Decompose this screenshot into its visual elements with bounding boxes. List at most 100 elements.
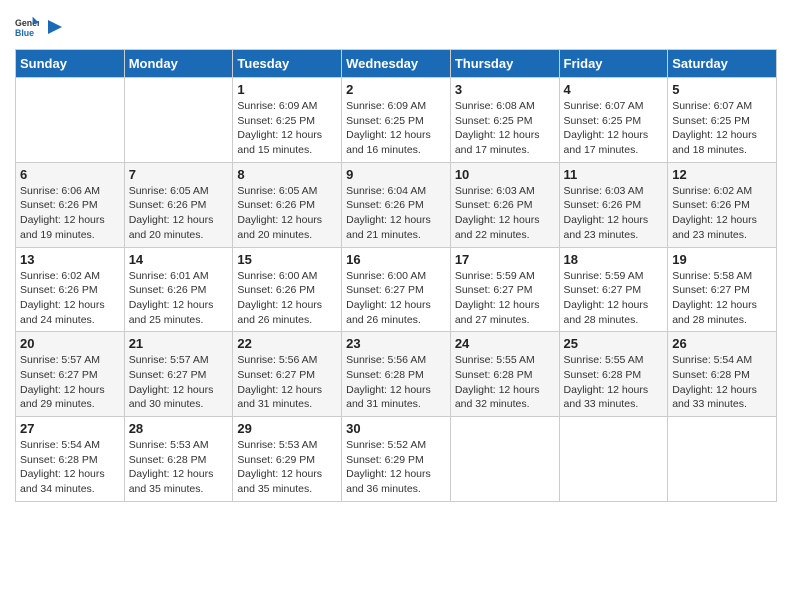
logo-icon: General Blue bbox=[15, 15, 39, 39]
day-info: Sunrise: 6:01 AMSunset: 6:26 PMDaylight:… bbox=[129, 269, 229, 328]
calendar-table: SundayMondayTuesdayWednesdayThursdayFrid… bbox=[15, 49, 777, 502]
weekday-header-sunday: Sunday bbox=[16, 50, 125, 78]
day-cell: 14 Sunrise: 6:01 AMSunset: 6:26 PMDayligh… bbox=[124, 247, 233, 332]
day-number: 9 bbox=[346, 167, 446, 182]
day-cell: 30 Sunrise: 5:52 AMSunset: 6:29 PMDayligh… bbox=[342, 417, 451, 502]
logo-arrow-icon bbox=[44, 18, 62, 36]
weekday-header-wednesday: Wednesday bbox=[342, 50, 451, 78]
day-cell: 7 Sunrise: 6:05 AMSunset: 6:26 PMDaylight… bbox=[124, 162, 233, 247]
day-info: Sunrise: 5:57 AMSunset: 6:27 PMDaylight:… bbox=[129, 353, 229, 412]
day-cell bbox=[450, 417, 559, 502]
weekday-header-friday: Friday bbox=[559, 50, 668, 78]
day-cell: 11Sunrise: 6:03 AMSunset: 6:26 PMDayligh… bbox=[559, 162, 668, 247]
day-info: Sunrise: 5:55 AMSunset: 6:28 PMDaylight:… bbox=[564, 353, 664, 412]
day-info: Sunrise: 5:54 AMSunset: 6:28 PMDaylight:… bbox=[672, 353, 772, 412]
day-cell: 2 Sunrise: 6:09 AMSunset: 6:25 PMDaylight… bbox=[342, 78, 451, 163]
day-number: 14 bbox=[129, 252, 229, 267]
day-number: 6 bbox=[20, 167, 120, 182]
day-cell: 12 Sunrise: 6:02 AMSunset: 6:26 PMDayligh… bbox=[668, 162, 777, 247]
week-row-3: 13 Sunrise: 6:02 AMSunset: 6:26 PMDayligh… bbox=[16, 247, 777, 332]
week-row-4: 20 Sunrise: 5:57 AMSunset: 6:27 PMDayligh… bbox=[16, 332, 777, 417]
day-number: 11 bbox=[564, 167, 664, 182]
svg-text:Blue: Blue bbox=[15, 28, 34, 38]
day-cell: 21 Sunrise: 5:57 AMSunset: 6:27 PMDayligh… bbox=[124, 332, 233, 417]
day-cell: 28Sunrise: 5:53 AMSunset: 6:28 PMDayligh… bbox=[124, 417, 233, 502]
day-number: 19 bbox=[672, 252, 772, 267]
weekday-header-tuesday: Tuesday bbox=[233, 50, 342, 78]
day-cell: 16 Sunrise: 6:00 AMSunset: 6:27 PMDayligh… bbox=[342, 247, 451, 332]
day-number: 12 bbox=[672, 167, 772, 182]
day-cell: 10Sunrise: 6:03 AMSunset: 6:26 PMDayligh… bbox=[450, 162, 559, 247]
day-number: 16 bbox=[346, 252, 446, 267]
day-cell: 24 Sunrise: 5:55 AMSunset: 6:28 PMDayligh… bbox=[450, 332, 559, 417]
day-info: Sunrise: 6:05 AMSunset: 6:26 PMDaylight:… bbox=[237, 184, 337, 243]
day-number: 26 bbox=[672, 336, 772, 351]
day-cell: 1 Sunrise: 6:09 AMSunset: 6:25 PMDaylight… bbox=[233, 78, 342, 163]
header: General Blue bbox=[15, 15, 777, 39]
calendar-header: SundayMondayTuesdayWednesdayThursdayFrid… bbox=[16, 50, 777, 78]
day-cell: 17 Sunrise: 5:59 AMSunset: 6:27 PMDayligh… bbox=[450, 247, 559, 332]
day-info: Sunrise: 5:55 AMSunset: 6:28 PMDaylight:… bbox=[455, 353, 555, 412]
day-number: 3 bbox=[455, 82, 555, 97]
week-row-5: 27 Sunrise: 5:54 AMSunset: 6:28 PMDayligh… bbox=[16, 417, 777, 502]
day-info: Sunrise: 6:02 AMSunset: 6:26 PMDaylight:… bbox=[672, 184, 772, 243]
day-info: Sunrise: 6:05 AMSunset: 6:26 PMDaylight:… bbox=[129, 184, 229, 243]
day-cell: 19 Sunrise: 5:58 AMSunset: 6:27 PMDayligh… bbox=[668, 247, 777, 332]
day-number: 7 bbox=[129, 167, 229, 182]
day-number: 13 bbox=[20, 252, 120, 267]
day-cell: 26 Sunrise: 5:54 AMSunset: 6:28 PMDayligh… bbox=[668, 332, 777, 417]
day-number: 27 bbox=[20, 421, 120, 436]
day-number: 5 bbox=[672, 82, 772, 97]
day-cell: 25 Sunrise: 5:55 AMSunset: 6:28 PMDayligh… bbox=[559, 332, 668, 417]
day-info: Sunrise: 6:00 AMSunset: 6:27 PMDaylight:… bbox=[346, 269, 446, 328]
day-number: 18 bbox=[564, 252, 664, 267]
day-number: 8 bbox=[237, 167, 337, 182]
day-cell: 23Sunrise: 5:56 AMSunset: 6:28 PMDayligh… bbox=[342, 332, 451, 417]
day-number: 22 bbox=[237, 336, 337, 351]
logo: General Blue bbox=[15, 15, 63, 39]
day-info: Sunrise: 6:02 AMSunset: 6:26 PMDaylight:… bbox=[20, 269, 120, 328]
day-info: Sunrise: 6:09 AMSunset: 6:25 PMDaylight:… bbox=[346, 99, 446, 158]
day-cell bbox=[16, 78, 125, 163]
day-info: Sunrise: 5:58 AMSunset: 6:27 PMDaylight:… bbox=[672, 269, 772, 328]
day-info: Sunrise: 6:03 AMSunset: 6:26 PMDaylight:… bbox=[455, 184, 555, 243]
day-cell: 4Sunrise: 6:07 AMSunset: 6:25 PMDaylight… bbox=[559, 78, 668, 163]
day-info: Sunrise: 5:53 AMSunset: 6:29 PMDaylight:… bbox=[237, 438, 337, 497]
day-number: 20 bbox=[20, 336, 120, 351]
day-cell: 29Sunrise: 5:53 AMSunset: 6:29 PMDayligh… bbox=[233, 417, 342, 502]
day-cell bbox=[124, 78, 233, 163]
day-cell: 22 Sunrise: 5:56 AMSunset: 6:27 PMDayligh… bbox=[233, 332, 342, 417]
day-info: Sunrise: 5:54 AMSunset: 6:28 PMDaylight:… bbox=[20, 438, 120, 497]
day-cell: 6 Sunrise: 6:06 AMSunset: 6:26 PMDaylight… bbox=[16, 162, 125, 247]
day-number: 21 bbox=[129, 336, 229, 351]
day-cell: 3 Sunrise: 6:08 AMSunset: 6:25 PMDaylight… bbox=[450, 78, 559, 163]
day-info: Sunrise: 6:00 AMSunset: 6:26 PMDaylight:… bbox=[237, 269, 337, 328]
day-info: Sunrise: 6:09 AMSunset: 6:25 PMDaylight:… bbox=[237, 99, 337, 158]
day-info: Sunrise: 6:08 AMSunset: 6:25 PMDaylight:… bbox=[455, 99, 555, 158]
day-number: 1 bbox=[237, 82, 337, 97]
day-number: 15 bbox=[237, 252, 337, 267]
day-cell: 20 Sunrise: 5:57 AMSunset: 6:27 PMDayligh… bbox=[16, 332, 125, 417]
day-number: 25 bbox=[564, 336, 664, 351]
week-row-2: 6 Sunrise: 6:06 AMSunset: 6:26 PMDaylight… bbox=[16, 162, 777, 247]
day-number: 17 bbox=[455, 252, 555, 267]
day-number: 23 bbox=[346, 336, 446, 351]
day-info: Sunrise: 5:56 AMSunset: 6:27 PMDaylight:… bbox=[237, 353, 337, 412]
weekday-header-thursday: Thursday bbox=[450, 50, 559, 78]
day-cell: 27 Sunrise: 5:54 AMSunset: 6:28 PMDayligh… bbox=[16, 417, 125, 502]
day-info: Sunrise: 5:52 AMSunset: 6:29 PMDaylight:… bbox=[346, 438, 446, 497]
day-number: 30 bbox=[346, 421, 446, 436]
day-cell: 8 Sunrise: 6:05 AMSunset: 6:26 PMDaylight… bbox=[233, 162, 342, 247]
day-number: 2 bbox=[346, 82, 446, 97]
day-info: Sunrise: 6:07 AMSunset: 6:25 PMDaylight:… bbox=[672, 99, 772, 158]
day-info: Sunrise: 6:06 AMSunset: 6:26 PMDaylight:… bbox=[20, 184, 120, 243]
day-info: Sunrise: 5:59 AMSunset: 6:27 PMDaylight:… bbox=[455, 269, 555, 328]
day-info: Sunrise: 5:53 AMSunset: 6:28 PMDaylight:… bbox=[129, 438, 229, 497]
day-info: Sunrise: 6:07 AMSunset: 6:25 PMDaylight:… bbox=[564, 99, 664, 158]
weekday-header-saturday: Saturday bbox=[668, 50, 777, 78]
day-cell: 9Sunrise: 6:04 AMSunset: 6:26 PMDaylight… bbox=[342, 162, 451, 247]
week-row-1: 1 Sunrise: 6:09 AMSunset: 6:25 PMDaylight… bbox=[16, 78, 777, 163]
header-row: SundayMondayTuesdayWednesdayThursdayFrid… bbox=[16, 50, 777, 78]
day-info: Sunrise: 5:57 AMSunset: 6:27 PMDaylight:… bbox=[20, 353, 120, 412]
day-number: 24 bbox=[455, 336, 555, 351]
